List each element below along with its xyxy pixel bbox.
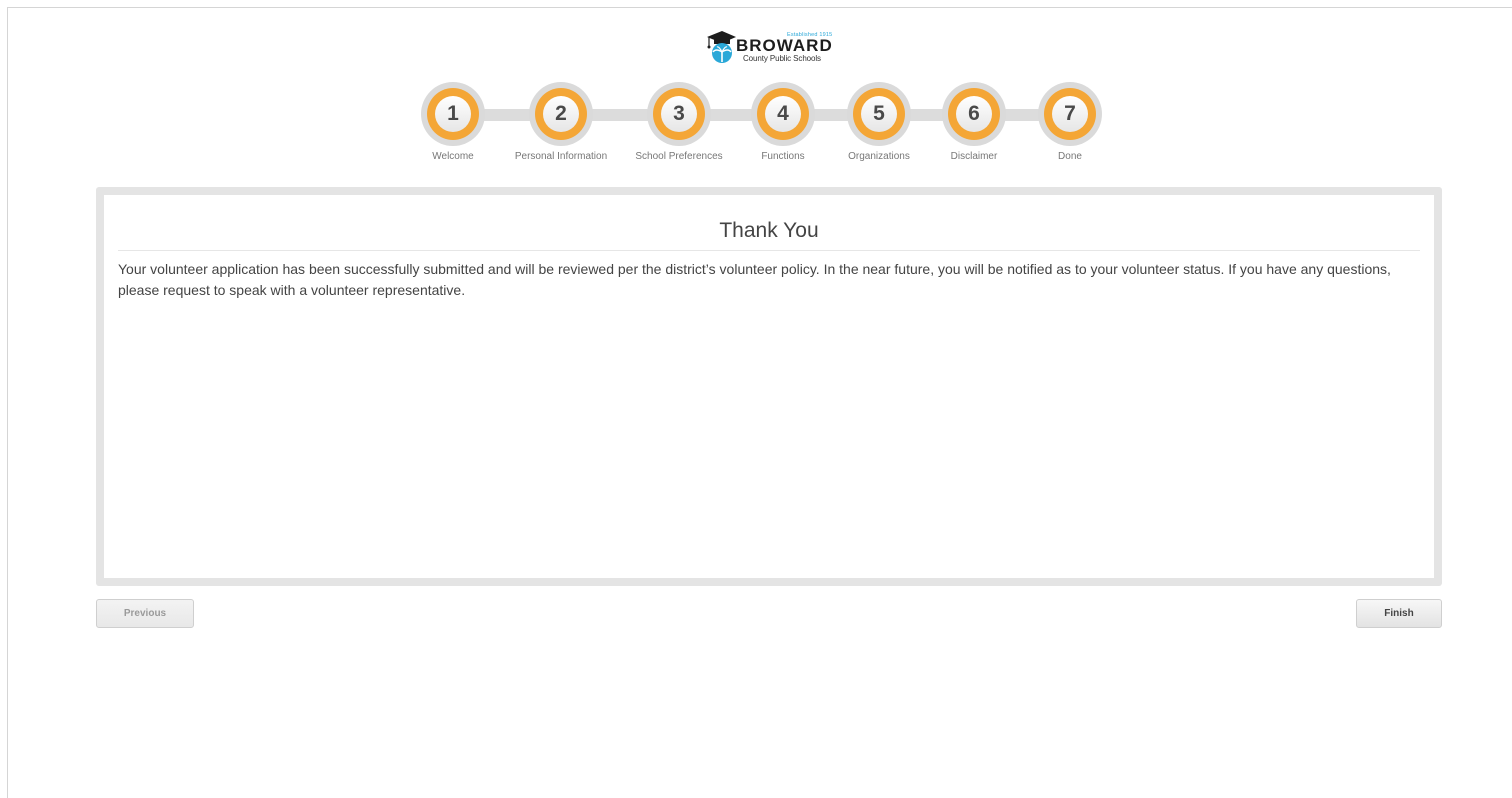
step-circle: 7 [1038,82,1102,146]
step-done[interactable]: 7 Done [1010,82,1130,162]
step-number: 2 [543,96,579,132]
step-number: 3 [661,96,697,132]
step-circle: 3 [647,82,711,146]
confirmation-message: Your volunteer application has been succ… [118,261,1391,298]
wizard-stepper: 1 Welcome 2 Personal Information 3 Schoo… [0,0,1512,170]
step-label: Welcome [432,151,474,162]
step-personal-information[interactable]: 2 Personal Information [501,82,621,162]
step-label: Done [1058,151,1082,162]
step-circle: 4 [751,82,815,146]
step-label: School Preferences [635,151,723,162]
step-circle: 2 [529,82,593,146]
step-number: 6 [956,96,992,132]
step-circle: 5 [847,82,911,146]
content-panel-body: Thank You Your volunteer application has… [104,195,1434,578]
step-school-preferences[interactable]: 3 School Preferences [619,82,739,162]
finish-button[interactable]: Finish [1356,599,1442,628]
step-number: 5 [861,96,897,132]
previous-button[interactable]: Previous [96,599,194,628]
step-number: 1 [435,96,471,132]
content-panel: Thank You Your volunteer application has… [96,187,1442,586]
page-title: Thank You [118,219,1420,251]
step-label: Personal Information [514,151,608,162]
step-circle: 1 [421,82,485,146]
step-circle: 6 [942,82,1006,146]
step-number: 4 [765,96,801,132]
step-number: 7 [1052,96,1088,132]
step-welcome[interactable]: 1 Welcome [393,82,513,162]
